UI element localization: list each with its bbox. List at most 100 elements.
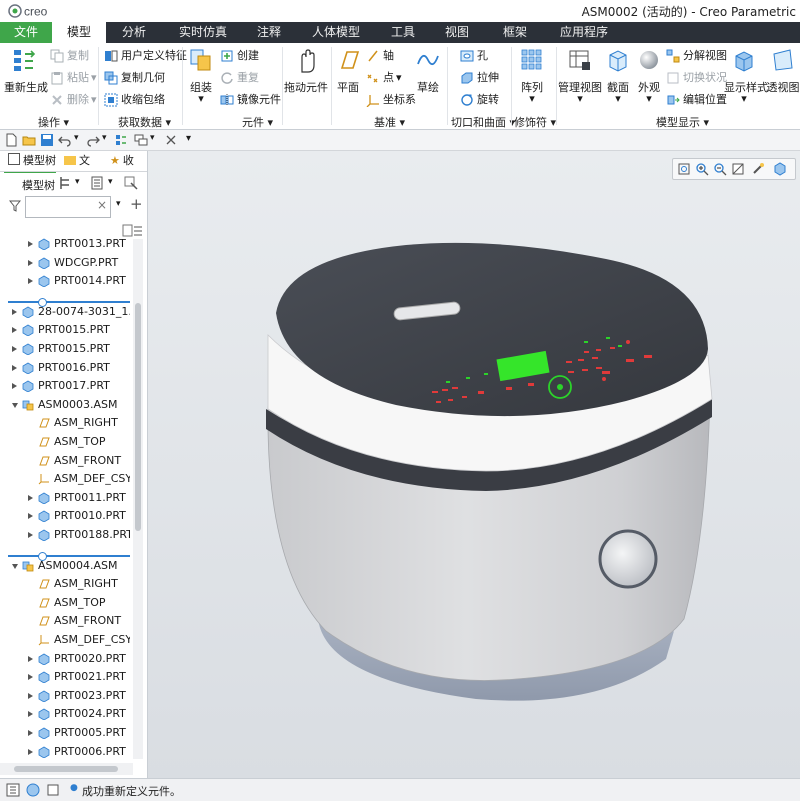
tree-item[interactable]: ASM0004.ASM (0, 557, 130, 575)
add-filter-icon[interactable]: + (130, 195, 143, 213)
expand-arrow-icon[interactable] (12, 308, 17, 315)
tree-hscroll-thumb[interactable] (14, 766, 118, 772)
expand-arrow-icon[interactable] (12, 383, 17, 390)
tree-item[interactable]: ASM0003.ASM (0, 396, 130, 414)
navigator-toggle-icon[interactable] (6, 783, 20, 797)
appearance-button[interactable]: 外观 ▾ (634, 46, 664, 104)
search-options-dropdown-icon[interactable]: ▾ (116, 199, 121, 209)
collapse-arrow-icon[interactable] (12, 563, 18, 569)
tab-manikin[interactable]: 人体模型 (294, 22, 378, 43)
repaint-icon[interactable] (731, 162, 745, 176)
section-button[interactable]: 截面 ▾ (603, 46, 633, 104)
tree-item[interactable]: PRT0023.PRT (0, 687, 130, 705)
tree-settings-icon[interactable] (58, 176, 72, 190)
shrinkwrap-button[interactable]: 收缩包络 (104, 93, 165, 107)
redo-dropdown-icon[interactable]: ▾ (102, 133, 107, 143)
tree-item[interactable]: ASM_RIGHT (0, 414, 130, 432)
expand-arrow-icon[interactable] (28, 259, 33, 266)
regenerate-quick-icon[interactable] (114, 133, 128, 147)
udf-button[interactable]: 用户定义特征 (104, 49, 187, 63)
pattern-button[interactable]: 阵列 ▾ (515, 46, 549, 104)
copy-button[interactable]: 复制 (50, 49, 89, 63)
datum-point-button[interactable]: 点 ▾ (366, 71, 402, 85)
tab-applications[interactable]: 应用程序 (544, 22, 624, 43)
tab-view[interactable]: 视图 (428, 22, 486, 43)
tab-annotate[interactable]: 注释 (244, 22, 294, 43)
tree-item[interactable]: PRT0005.PRT (0, 724, 130, 742)
expand-arrow-icon[interactable] (28, 513, 33, 520)
expand-arrow-icon[interactable] (28, 494, 33, 501)
open-folder-icon[interactable] (22, 133, 36, 147)
tab-tools[interactable]: 工具 (378, 22, 428, 43)
delete-button[interactable]: 删除 ▾ (50, 93, 97, 107)
expand-arrow-icon[interactable] (12, 346, 17, 352)
tree-search-input[interactable]: × (25, 196, 111, 218)
tree-item[interactable]: PRT00188.PRT (0, 526, 130, 544)
expand-arrow-icon[interactable] (12, 364, 17, 371)
assemble-button[interactable]: 组装 ▾ (186, 46, 216, 104)
display-style-cube-icon[interactable] (773, 162, 787, 176)
tab-analysis[interactable]: 分析 (106, 22, 162, 43)
explode-view-button[interactable]: 分解视图 (666, 49, 727, 63)
new-file-icon[interactable] (4, 133, 18, 147)
tree-item[interactable]: WDCGP.PRT (0, 254, 130, 272)
tree-item[interactable]: PRT0015.PRT (0, 340, 130, 358)
tree-item[interactable]: PRT0015.PRT (0, 321, 130, 339)
zoom-out-icon[interactable] (713, 162, 727, 176)
mirror-component-button[interactable]: 镜像元件 (220, 93, 281, 107)
perspective-button[interactable]: 透视图 (766, 46, 800, 95)
expand-arrow-icon[interactable] (28, 748, 33, 755)
expand-arrow-icon[interactable] (28, 711, 33, 718)
tree-scrollbar-thumb[interactable] (135, 303, 141, 531)
edit-position-button[interactable]: 编辑位置 (666, 93, 727, 107)
tree-filter-settings-icon[interactable] (124, 176, 138, 190)
rice-cooker-model[interactable] (266, 239, 726, 719)
tree-item[interactable]: PRT0021.PRT (0, 668, 130, 686)
windows-dropdown-icon[interactable]: ▾ (150, 133, 155, 143)
close-window-icon[interactable] (164, 133, 178, 147)
tree-item[interactable]: ASM_TOP (0, 433, 130, 451)
tab-model[interactable]: 模型 (52, 22, 106, 43)
group-label-operations[interactable]: 操作 ▾ (38, 114, 69, 130)
tree-item[interactable]: ASM_DEF_CSYS (0, 631, 130, 649)
repeat-button[interactable]: 重复 (220, 71, 259, 85)
expand-arrow-icon[interactable] (28, 278, 33, 285)
group-label-cut-surface[interactable]: 切口和曲面 ▾ (451, 114, 515, 130)
tree-item[interactable]: PRT0024.PRT (0, 705, 130, 723)
windows-icon[interactable] (134, 133, 148, 147)
sketch-button[interactable]: 草绘 (413, 46, 443, 95)
group-label-component[interactable]: 元件 ▾ (242, 114, 273, 130)
tab-framework[interactable]: 框架 (486, 22, 544, 43)
tree-item[interactable]: ASM_DEF_CSYS (0, 470, 130, 488)
copy-geometry-button[interactable]: 复制几何 (104, 71, 165, 85)
toggle-status-button[interactable]: 切换状况 (666, 71, 727, 85)
datum-axis-button[interactable]: 轴 (366, 49, 394, 63)
show-columns-icon[interactable] (90, 176, 104, 190)
group-label-datum[interactable]: 基准 ▾ (374, 114, 405, 130)
sidebar-tab-favorites[interactable]: ★ 收 (108, 151, 146, 171)
save-icon[interactable] (40, 133, 54, 147)
tree-item[interactable]: PRT0006.PRT (0, 743, 130, 761)
undo-icon[interactable] (58, 133, 72, 147)
display-style-button[interactable]: 显示样式 ▾ (724, 46, 768, 104)
expand-arrow-icon[interactable] (28, 241, 33, 247)
named-views-icon[interactable] (751, 162, 765, 176)
sidebar-tab-folder[interactable]: 文 (62, 151, 102, 171)
expand-arrow-icon[interactable] (28, 532, 33, 538)
show-dropdown-icon[interactable]: ▾ (108, 177, 113, 187)
zoom-in-icon[interactable] (695, 162, 709, 176)
tree-item[interactable]: PRT0013.PRT (0, 235, 130, 253)
browser-toggle-icon[interactable] (26, 783, 40, 797)
datum-plane-button[interactable]: 平面 (333, 46, 363, 95)
extrude-button[interactable]: 拉伸 (460, 71, 499, 85)
tree-item[interactable]: ASM_RIGHT (0, 575, 130, 593)
fullscreen-icon[interactable] (46, 783, 60, 797)
tree-item[interactable]: ASM_FRONT (0, 612, 130, 630)
customize-toolbar-icon[interactable]: ▾ (186, 133, 191, 144)
filter-funnel-icon[interactable] (9, 200, 21, 212)
tree-item[interactable]: ASM_FRONT (0, 452, 130, 470)
undo-dropdown-icon[interactable]: ▾ (74, 133, 79, 143)
graphics-viewport[interactable] (148, 151, 800, 778)
paste-button[interactable]: 粘贴 ▾ (50, 71, 97, 85)
expand-arrow-icon[interactable] (28, 674, 33, 681)
